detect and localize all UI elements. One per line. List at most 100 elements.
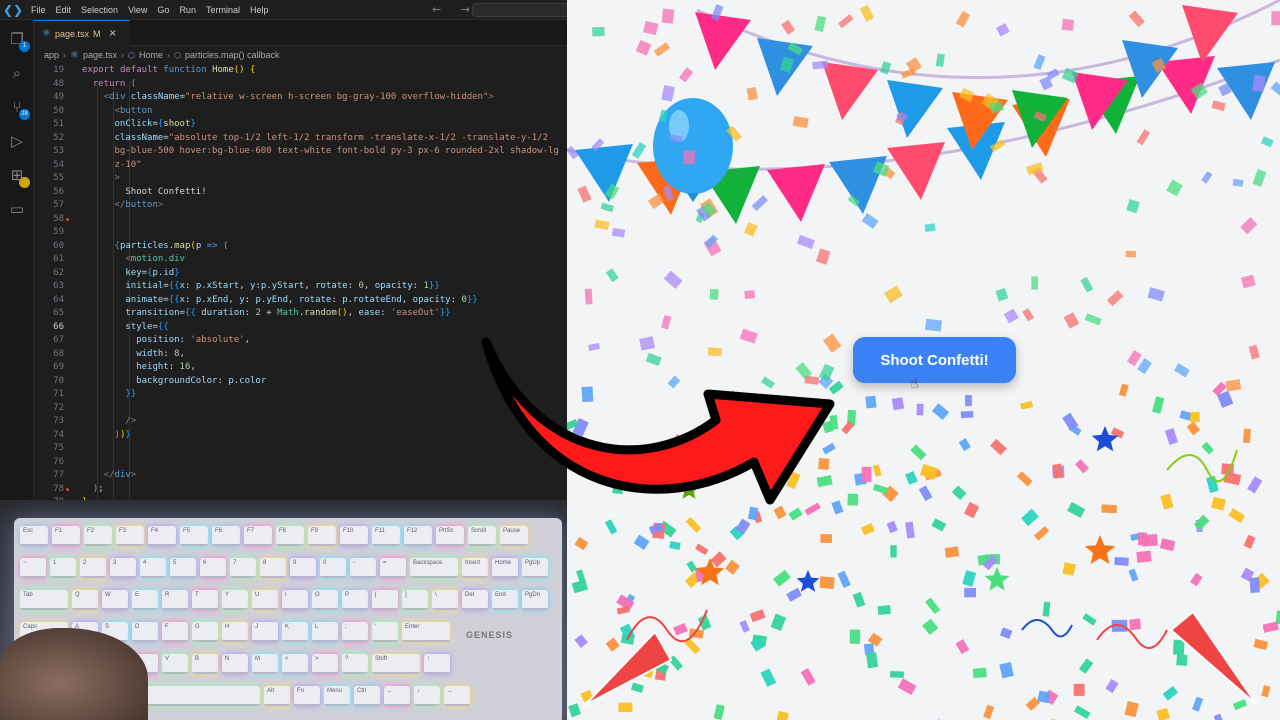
confetti-piece bbox=[896, 113, 908, 121]
code-text: style={{ bbox=[125, 321, 169, 332]
keyboard-key: Enter bbox=[402, 622, 450, 642]
confetti-piece bbox=[1248, 344, 1260, 360]
confetti-star bbox=[1084, 535, 1116, 564]
code-text: export default function Home() { bbox=[82, 65, 256, 75]
confetti-piece bbox=[872, 483, 889, 495]
code-line[interactable]: 49 <div className="relative w-screen h-s… bbox=[34, 91, 567, 105]
confetti-piece bbox=[786, 587, 802, 602]
keyboard-key: V bbox=[162, 654, 188, 674]
confetti-piece bbox=[1073, 705, 1091, 719]
tab-close-icon[interactable]: × bbox=[109, 28, 117, 39]
confetti-piece bbox=[995, 287, 1009, 302]
confetti-piece bbox=[1162, 685, 1179, 701]
confetti-piece bbox=[1190, 572, 1203, 587]
keyboard-key: ↑ bbox=[424, 654, 450, 674]
code-text: height: 16, bbox=[136, 362, 196, 372]
run-debug-icon[interactable]: ▷ bbox=[6, 130, 28, 152]
code-text: /> bbox=[125, 416, 137, 426]
tab-page-tsx[interactable]: ⚛ page.tsx M × bbox=[34, 20, 130, 46]
code-line[interactable]: 53 bg-blue-500 hover:bg-blue-600 text-wh… bbox=[34, 145, 567, 159]
line-number: 76 bbox=[53, 456, 64, 467]
confetti-piece bbox=[1240, 217, 1258, 235]
confetti-piece bbox=[760, 668, 777, 687]
shoot-confetti-button[interactable]: Shoot Confetti! bbox=[853, 337, 1016, 383]
code-line[interactable]: 58 bbox=[34, 213, 567, 227]
keyboard-photo: Esc F1 F2 F3 F4 F5 F6 F7 F8 F9 F10 F11 F12 PrtSc Scrol… bbox=[0, 500, 567, 720]
menu-selection[interactable]: Selection bbox=[76, 5, 123, 15]
source-control-icon[interactable]: ⑂ 28 bbox=[6, 96, 30, 120]
confetti-piece bbox=[604, 519, 618, 535]
code-line[interactable]: 63 initial={{x: p.xStart, y:p.yStart, ro… bbox=[34, 280, 567, 294]
code-text: </div> bbox=[103, 470, 137, 480]
confetti-piece bbox=[931, 518, 947, 532]
menu-edit[interactable]: Edit bbox=[51, 5, 77, 15]
confetti-piece bbox=[1128, 568, 1139, 582]
code-line[interactable]: 52 className="absolute top-1/2 left-1/2 … bbox=[34, 132, 567, 146]
keyboard-key: Shift bbox=[372, 654, 420, 674]
explorer-icon[interactable]: ❐ 1 bbox=[6, 28, 30, 52]
code-line[interactable]: 61 <motion.div bbox=[34, 253, 567, 267]
keyboard-key: R bbox=[162, 590, 188, 610]
confetti-piece bbox=[568, 703, 582, 718]
code-line[interactable]: 65 transition={{ duration: 2 + Math.rand… bbox=[34, 307, 567, 321]
confetti-piece bbox=[1106, 290, 1124, 307]
react-file-icon: ⚛ bbox=[70, 49, 79, 61]
command-center-input[interactable] bbox=[472, 3, 567, 17]
code-line[interactable]: 57 </button> bbox=[34, 199, 567, 213]
code-line[interactable]: 19 export default function Home() { bbox=[34, 64, 567, 78]
keyboard-key: End bbox=[492, 590, 518, 610]
keyboard-key: F7 bbox=[244, 526, 272, 546]
confetti-piece bbox=[964, 587, 977, 598]
breadcrumb-callback[interactable]: particles.map() callback bbox=[185, 50, 280, 60]
confetti-piece bbox=[800, 668, 816, 686]
confetti-piece bbox=[1021, 508, 1039, 527]
line-number: 56 bbox=[53, 186, 64, 197]
menu-view[interactable]: View bbox=[123, 5, 152, 15]
code-line[interactable]: 51 onClick={shoot} bbox=[34, 118, 567, 132]
confetti-piece bbox=[1262, 621, 1279, 633]
code-line[interactable]: 55 > bbox=[34, 172, 567, 186]
confetti-piece bbox=[1225, 379, 1242, 392]
code-line[interactable]: 60 {particles.map(p => ( bbox=[34, 240, 567, 254]
keyboard-key: - bbox=[350, 558, 376, 578]
code-text: transition={{ duration: 2 + Math.random(… bbox=[125, 308, 451, 318]
code-line[interactable]: 59 bbox=[34, 226, 567, 240]
line-number: 59 bbox=[53, 227, 64, 237]
confetti-piece bbox=[883, 285, 903, 304]
code-line[interactable]: 48 return ( bbox=[34, 78, 567, 92]
keyboard-key: Backspace bbox=[410, 558, 458, 578]
keyboard-key: Tab bbox=[20, 590, 68, 610]
confetti-piece bbox=[1031, 276, 1038, 290]
line-number: 49 bbox=[53, 92, 64, 102]
line-number: 54 bbox=[53, 159, 64, 170]
code-line[interactable]: 50 <button bbox=[34, 105, 567, 119]
keyboard-key: 4 bbox=[140, 558, 166, 578]
code-line[interactable]: 56 Shoot Confetti! bbox=[34, 186, 567, 200]
code-line[interactable]: 62 key={p.id} bbox=[34, 267, 567, 281]
remote-explorer-icon[interactable]: ▭ bbox=[6, 198, 28, 220]
breadcrumb-function[interactable]: Home bbox=[139, 50, 163, 60]
confetti-piece bbox=[1211, 496, 1226, 511]
menu-terminal[interactable]: Terminal bbox=[201, 5, 245, 15]
menu-go[interactable]: Go bbox=[152, 5, 174, 15]
confetti-piece bbox=[1179, 410, 1193, 421]
confetti-piece bbox=[877, 605, 891, 615]
code-line[interactable]: 54 z-10" bbox=[34, 159, 567, 173]
breadcrumb-file[interactable]: page.tsx bbox=[83, 50, 117, 60]
diff-marker bbox=[66, 487, 69, 491]
extensions-icon[interactable]: ⊞ bbox=[6, 164, 30, 188]
confetti-piece bbox=[749, 609, 766, 623]
line-number: 19 bbox=[53, 65, 64, 75]
line-number: 50 bbox=[53, 105, 64, 116]
confetti-piece bbox=[1080, 276, 1094, 293]
confetti-piece bbox=[1252, 169, 1267, 187]
confetti-piece bbox=[1061, 18, 1074, 31]
confetti-piece bbox=[577, 185, 592, 203]
code-line[interactable]: 64 animate={{x: p.xEnd, y: p.yEnd, rotat… bbox=[34, 294, 567, 308]
keyboard-key: Q bbox=[72, 590, 98, 610]
menu-help[interactable]: Help bbox=[245, 5, 274, 15]
menu-run[interactable]: Run bbox=[174, 5, 201, 15]
search-icon[interactable]: ⌕ bbox=[6, 62, 28, 84]
breadcrumb-app[interactable]: app bbox=[44, 50, 59, 60]
menu-file[interactable]: File bbox=[26, 5, 51, 15]
